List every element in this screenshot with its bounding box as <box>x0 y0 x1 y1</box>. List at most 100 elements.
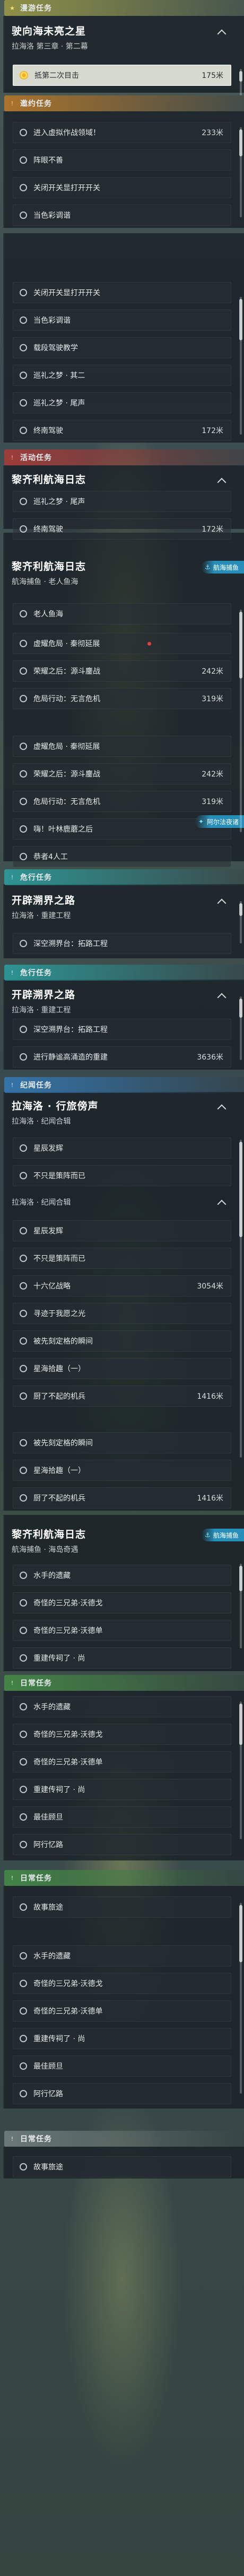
quest-title-block[interactable]: 开辟溯界之路 拉海洛 · 重建工程 <box>12 987 234 1015</box>
quest-item-label: 水手的遗藏 <box>33 1703 71 1712</box>
quest-item[interactable]: 虚耀危局 · 秦彻延展 <box>13 736 231 757</box>
quest-item[interactable]: 深空溯界台：拓路工程 <box>13 933 231 954</box>
scrollbar-thumb[interactable] <box>239 1905 242 1962</box>
circle-icon <box>20 1172 27 1179</box>
scrollbar-thumb[interactable] <box>239 129 242 156</box>
quest-item[interactable]: 老人鱼海 <box>13 603 231 624</box>
quest-item[interactable]: 当色彩调谐 <box>13 205 231 226</box>
quest-item-label: 进行静谧高涌造的重建 <box>33 1053 108 1062</box>
quest-item[interactable]: 奇怪的三兄弟·沃德戈 <box>13 1592 231 1613</box>
scrollbar-thumb[interactable] <box>239 612 242 678</box>
quest-item[interactable]: 阿行忆路 <box>13 2083 231 2104</box>
quest-item[interactable]: 阿行忆路 <box>13 1834 231 1855</box>
quest-item-label: 故事旅途 <box>33 2163 63 2172</box>
quest-item[interactable]: 进行静谧高涌造的重建 3636米 <box>13 1046 231 1068</box>
quest-item[interactable]: 重建传祠了 · 尚 <box>13 2028 231 2049</box>
quest-item[interactable]: 巡礼之梦 · 尾声 <box>13 392 231 413</box>
scrollbar-thumb[interactable] <box>239 903 242 916</box>
quest-category-header[interactable]: ! 日常任务 <box>4 2131 244 2147</box>
quest-item[interactable]: 终南驾驶 172米 <box>13 420 231 441</box>
quest-item[interactable]: 危局行动：无言危机 319米 <box>13 791 231 812</box>
quest-title: 拉海洛 · 行旅傍声 <box>12 1100 99 1112</box>
quest-title-block[interactable]: 黎齐利航海日志 <box>12 472 234 486</box>
quest-item[interactable]: 故事旅途 <box>13 2156 231 2177</box>
quest-item[interactable]: 被先刻定格的瞬间 <box>13 1330 231 1352</box>
quest-item[interactable]: 荣耀之后：源斗鏖战 242米 <box>13 763 231 784</box>
quest-title-block[interactable]: 拉海洛 · 纪闻合辑 <box>12 1194 234 1207</box>
quest-item[interactable]: 巡礼之梦 · 尾声 <box>13 491 231 512</box>
quest-title-block[interactable]: 拉海洛 · 行旅傍声 拉海洛 · 纪闻合辑 <box>12 1098 234 1126</box>
distance-label: 3636米 <box>197 1053 223 1062</box>
quest-item[interactable]: 当色彩调谐 <box>13 310 231 331</box>
quest-category-header[interactable]: ! 邀约任务 <box>4 95 244 111</box>
quest-item[interactable]: 抵第二次目击 175米 <box>13 65 231 86</box>
quest-item[interactable]: 奇怪的三兄弟·沃德单 <box>13 2000 231 2022</box>
quest-item[interactable]: 星辰发辉 <box>13 1137 231 1159</box>
scrollbar-thumb[interactable] <box>239 71 242 82</box>
quest-item[interactable]: 不只是策阵而已 <box>13 1165 231 1186</box>
quest-category-header[interactable]: ! 日常任务 <box>4 1870 244 1886</box>
quest-title-block[interactable]: 黎齐利航海日志 航海捕鱼 · 海岛奇遇 <box>12 1527 234 1555</box>
scrollbar-thumb[interactable] <box>239 1704 242 1745</box>
quest-item[interactable]: 厨了不起的机兵 1416米 <box>13 1487 231 1508</box>
quest-item[interactable]: 终南驾驶 172米 <box>13 518 231 540</box>
scrollbar-thumb[interactable] <box>239 1566 242 1591</box>
quest-item[interactable]: 奇怪的三兄弟·沃德戈 <box>13 1724 231 1745</box>
quest-item[interactable]: 重建传祠了 · 尚 <box>13 1779 231 1800</box>
quest-item[interactable]: 虚耀危局 · 秦彻延展 <box>13 633 231 654</box>
quest-item[interactable]: 最佳顾旦 <box>13 1806 231 1828</box>
quest-item-label: 进入虚拟作战领域！ <box>33 129 100 137</box>
quest-item[interactable]: 阵眼不善 <box>13 149 231 171</box>
quest-item[interactable]: 关闭开关显打开开关 <box>13 282 231 303</box>
quest-item[interactable]: 十六亿战略 3054米 <box>13 1275 231 1296</box>
quest-item[interactable]: 被先刻定格的瞬间 <box>13 1432 231 1453</box>
quest-item[interactable]: 巡礼之梦 · 其二 <box>13 365 231 386</box>
quest-item-label: 危局行动：无言危机 <box>33 695 100 703</box>
quest-category-header[interactable]: ! 活动任务 <box>4 449 244 465</box>
scrollbar-thumb[interactable] <box>239 1142 242 1237</box>
quest-item[interactable]: 奇怪的三兄弟·沃德单 <box>13 1751 231 1772</box>
quest-item[interactable]: 关闭开关显打开开关 <box>13 177 231 198</box>
quest-item[interactable]: 水手的遗藏 <box>13 1565 231 1586</box>
category-label: 危行任务 <box>20 874 52 882</box>
quest-item[interactable]: 星海拾趣（一） <box>13 1460 231 1481</box>
quest-category-header[interactable]: ! 纪闻任务 <box>4 1077 244 1093</box>
badge-label: 阿尔法夜诸 <box>206 818 239 826</box>
circle-icon <box>20 1494 27 1502</box>
quest-item[interactable]: 不只是策阵而已 <box>13 1248 231 1269</box>
quest-item[interactable]: 危局行动：无言危机 319米 <box>13 688 231 709</box>
quest-title-block[interactable]: 黎齐利航海日志 航海捕鱼 · 老人鱼海 <box>12 559 234 587</box>
quest-category-header[interactable]: ! 日常任务 <box>4 1675 244 1691</box>
quest-title-block[interactable]: 驶向海未亮之星 拉海洛 第三章 · 第二幕 <box>12 23 234 51</box>
quest-item[interactable]: 最佳顾旦 <box>13 2055 231 2077</box>
quest-item-label: 重建传祠了 · 尚 <box>33 2035 85 2043</box>
circle-icon <box>20 344 27 351</box>
quest-title-block[interactable]: 开辟溯界之路 拉海洛 · 重建工程 <box>12 893 234 921</box>
quest-category-header[interactable]: ! 危行任务 <box>4 869 244 885</box>
quest-item[interactable]: 寻迹于我愿之光 <box>13 1303 231 1324</box>
circle-icon <box>20 770 27 778</box>
quest-category-header[interactable]: ! 危行任务 <box>4 965 244 981</box>
quest-item[interactable]: 荣耀之后：源斗鏖战 242米 <box>13 660 231 682</box>
category-label: 活动任务 <box>20 454 52 462</box>
quest-category-header[interactable]: ★ 漫游任务 <box>4 0 244 16</box>
quest-item[interactable]: 恭者4人工 <box>13 846 231 867</box>
quest-item-label: 奇怪的三兄弟·沃德戈 <box>33 1980 103 1988</box>
quest-item[interactable]: 水手的遗藏 <box>13 1696 231 1717</box>
quest-item[interactable]: 奇怪的三兄弟·沃德单 <box>13 1620 231 1641</box>
quest-item[interactable]: 星海拾趣（一） <box>13 1358 231 1379</box>
quest-item[interactable]: 星辰发辉 <box>13 1220 231 1241</box>
quest-item[interactable]: 奇怪的三兄弟·沃德戈 <box>13 1973 231 1994</box>
quest-item-label: 奇怪的三兄弟·沃德戈 <box>33 1599 103 1608</box>
scrollbar-thumb[interactable] <box>239 299 242 340</box>
quest-item[interactable]: 厨了不起的机兵 1416米 <box>13 1386 231 1407</box>
quest-item[interactable]: 故事旅途 <box>13 1896 231 1918</box>
quest-item[interactable]: 深空溯界台：拓路工程 <box>13 1019 231 1040</box>
scrollbar-thumb[interactable] <box>239 999 242 1018</box>
quest-item[interactable]: 进入虚拟作战领域！ 233米 <box>13 122 231 143</box>
quest-item[interactable]: 水手的遗藏 <box>13 1945 231 1966</box>
event-badge: ⚓ 航海捕鱼 <box>201 561 244 574</box>
quest-item[interactable]: 载段驾驶教学 <box>13 337 231 358</box>
event-badge: ⚓ 航海捕鱼 <box>201 1529 244 1541</box>
quest-item[interactable]: 重建传祠了 · 尚 <box>13 1647 231 1669</box>
